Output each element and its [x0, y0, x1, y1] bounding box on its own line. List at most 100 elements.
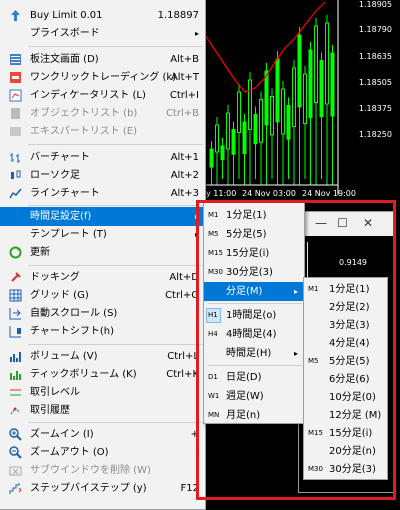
min-item[interactable]: 6分足(6)	[304, 370, 387, 389]
zoom-out-icon	[9, 446, 22, 459]
min-item[interactable]: M1 1分足(1)	[304, 280, 387, 299]
menu-item-chart-shift[interactable]: チャートシフト(h)	[0, 322, 205, 341]
menu-item-line-chart[interactable]: ラインチャート Alt+3	[0, 184, 205, 203]
child-price-label: 0.9149	[339, 258, 367, 267]
close-button[interactable]: ✕	[363, 216, 373, 230]
volume-icon	[10, 352, 21, 362]
menu-item-zoom-in[interactable]: ズームイン (I) +	[0, 425, 205, 444]
child-window-titlebar[interactable]: — ☐ ✕	[299, 212, 395, 236]
tf-item-hour-submenu[interactable]: 時間足(H) ▸	[204, 344, 304, 363]
menu-item-trade-levels[interactable]: 取引レベル	[0, 383, 205, 402]
timeframe-submenu[interactable]: M1 1分足(1) M5 5分足(5) M15 15分足(i) M30 30分足(3) …	[203, 201, 305, 424]
tf-item-m30[interactable]: M30 30分足(3)	[204, 263, 304, 282]
grid-icon	[9, 289, 22, 302]
menu-item-grid[interactable]: グリッド (G) Ctrl+G	[0, 286, 205, 305]
candle-body	[215, 124, 219, 153]
candle-body	[314, 25, 318, 103]
min-item[interactable]: M30 30分足(3)	[304, 460, 387, 478]
menu-item-one-click-trading[interactable]: ワンクリックトレーディング (k) Alt+T	[0, 68, 205, 87]
menu-item-volume[interactable]: ボリューム (V) Ctrl+L	[0, 347, 205, 366]
min-item[interactable]: M5 5分足(5)	[304, 352, 387, 371]
candle-body	[325, 22, 329, 105]
step-by-step-icon	[9, 483, 22, 494]
candle-body	[275, 58, 280, 123]
candle-body	[264, 70, 269, 126]
menu-item-tick-volume[interactable]: ティックボリューム (K) Ctrl+K	[0, 365, 205, 384]
menu-item-template[interactable]: テンプレート (T) ▸	[0, 225, 205, 244]
tf-item-m15[interactable]: M15 15分足(i)	[204, 244, 304, 263]
chevron-right-icon: ▸	[293, 349, 298, 358]
tf-item-h4[interactable]: H4 4時間足(4)	[204, 325, 304, 344]
candle-body	[281, 88, 285, 135]
object-list-icon	[11, 108, 20, 119]
chevron-right-icon: ▸	[194, 29, 199, 38]
chart-shift-icon	[9, 326, 21, 338]
zoom-in-icon	[9, 428, 22, 441]
tf-item-m1[interactable]: M1 1分足(1)	[204, 206, 304, 225]
time-label: 24 Nov 03:00	[242, 189, 296, 198]
min-item[interactable]: 12分足 (M)	[304, 406, 387, 425]
chevron-right-icon: ▸	[194, 230, 199, 239]
candle-body	[292, 67, 296, 127]
chart-context-menu[interactable]: Buy Limit 0.01 1.18897 プライスボード ▸ 板注文画面 (D)…	[0, 0, 206, 510]
candle-body	[220, 145, 225, 160]
tf-item-mn[interactable]: MN 月足(n)	[204, 406, 304, 422]
min-item[interactable]: 4分足(4)	[304, 334, 387, 353]
menu-item-price-board[interactable]: プライスボード ▸	[0, 24, 205, 43]
tick-volume-icon	[10, 371, 21, 380]
candle-body	[330, 52, 335, 117]
indicator-list-icon	[9, 89, 22, 102]
menu-item-buy-limit[interactable]: Buy Limit 0.01 1.18897	[0, 6, 205, 25]
delete-subwindow-icon	[9, 466, 22, 476]
min-item[interactable]: M15 15分足(i)	[304, 424, 387, 443]
price-label: 1.18250	[358, 130, 392, 139]
auto-scroll-icon	[9, 308, 21, 320]
price-label: 1.18790	[358, 25, 392, 34]
min-item[interactable]: 20分足(n)	[304, 442, 387, 461]
menu-item-expert-list[interactable]: エキスパートリスト (E)	[0, 122, 205, 141]
candle-body	[242, 121, 247, 154]
candle-body	[286, 105, 291, 140]
buy-limit-icon	[11, 10, 20, 21]
menu-item-candlestick[interactable]: ローソク足 Alt+2	[0, 166, 205, 185]
min-item[interactable]: 3分足(3)	[304, 316, 387, 335]
menu-item-trade-history[interactable]: 取引履歴	[0, 401, 205, 420]
menu-item-zoom-out[interactable]: ズームアウト (O) -	[0, 443, 205, 462]
menu-item-order-book[interactable]: 板注文画面 (D) Alt+B	[0, 50, 205, 69]
time-label: y 11:00	[206, 189, 237, 198]
minimize-button[interactable]: —	[315, 216, 327, 230]
menu-item-step-by-step[interactable]: ステップバイステップ (y) F12	[0, 479, 205, 498]
price-label: 1.18505	[358, 78, 392, 87]
docking-icon	[11, 272, 21, 282]
tf-item-w1[interactable]: W1 週足(W)	[204, 387, 304, 406]
min-item[interactable]: 2分足(2)	[304, 298, 387, 317]
tf-item-minute-submenu[interactable]: 分足(M) ▸	[204, 282, 304, 301]
tf-item-d1[interactable]: D1 日足(D)	[204, 368, 304, 387]
candle-body	[209, 148, 214, 168]
menu-item-timeframe[interactable]: 時間足設定(f) ▸	[0, 207, 205, 226]
candle-body	[308, 49, 313, 118]
candlestick-icon	[11, 170, 21, 179]
menu-item-auto-scroll[interactable]: 自動スクロール (S)	[0, 304, 205, 323]
menu-item-docking[interactable]: ドッキング Alt+D	[0, 268, 205, 287]
trade-history-icon	[10, 407, 21, 415]
tf-item-m5[interactable]: M5 5分足(5)	[204, 225, 304, 244]
menu-item-object-list[interactable]: オブジェクトリスト (b) Ctrl+B	[0, 104, 205, 123]
min-item[interactable]: 10分足(0)	[304, 388, 387, 407]
candle-body	[253, 114, 258, 145]
expert-list-icon	[10, 127, 21, 136]
trade-levels-icon	[10, 389, 21, 396]
maximize-button[interactable]: ☐	[337, 216, 348, 230]
tf-item-h1[interactable]: H1 1時間足(o)	[204, 306, 304, 325]
price-label: 1.18905	[358, 0, 392, 9]
price-label: 1.18635	[358, 52, 392, 61]
candle-body	[270, 96, 274, 136]
price-label: 1.18375	[358, 104, 392, 113]
menu-item-refresh[interactable]: 更新	[0, 243, 205, 262]
menu-item-indicator-list[interactable]: インディケータリスト (L) Ctrl+I	[0, 86, 205, 105]
candle-body	[231, 129, 236, 155]
minute-submenu[interactable]: M1 1分足(1) 2分足(2) 3分足(3) 4分足(4) M5 5分足(5) 6…	[303, 277, 388, 480]
candle-body	[259, 99, 263, 143]
menu-item-delete-subwindow[interactable]: サブウインドウを削除 (W)	[0, 461, 205, 480]
menu-item-bar-chart[interactable]: バーチャート Alt+1	[0, 148, 205, 167]
